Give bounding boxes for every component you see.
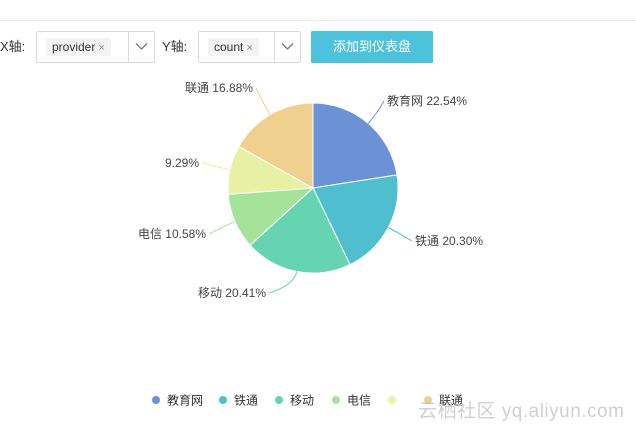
legend-marker[interactable] bbox=[152, 396, 160, 404]
slice-label: 联通 16.88% bbox=[185, 81, 253, 95]
legend-marker[interactable] bbox=[219, 396, 227, 404]
slice-label: 铁通 20.30% bbox=[415, 234, 483, 248]
legend-marker[interactable] bbox=[332, 396, 340, 404]
pie-slices bbox=[227, 102, 399, 274]
legend-label[interactable]: 移动 bbox=[290, 394, 314, 408]
watermark: 云栖社区 yq.aliyun.com bbox=[418, 401, 625, 422]
legend-marker[interactable] bbox=[388, 396, 396, 404]
slice-label: 移动 20.41% bbox=[198, 286, 266, 300]
legend-label[interactable]: 教育网 bbox=[167, 393, 203, 408]
slice-label: 电信 10.58% bbox=[138, 227, 206, 241]
pie-chart: 教育网 22.54% 铁通 20.30% 移动 20.41% 电信 10.58% 9.2… bbox=[138, 81, 483, 408]
slice-label: 教育网 22.54% bbox=[387, 93, 467, 108]
label-leader-line bbox=[367, 100, 385, 124]
legend-marker[interactable] bbox=[275, 396, 283, 404]
label-leader-line bbox=[268, 271, 298, 294]
pie-slice[interactable] bbox=[312, 102, 398, 189]
label-leader-line bbox=[208, 221, 236, 235]
slice-label: 9.29% bbox=[165, 156, 199, 170]
legend-label[interactable]: 电信 bbox=[347, 394, 371, 408]
label-leader-line bbox=[201, 162, 231, 171]
legend-label[interactable]: 铁通 bbox=[234, 394, 258, 408]
label-leader-line bbox=[388, 227, 413, 242]
label-leader-line bbox=[255, 87, 271, 115]
chart-legend: 教育网 铁通 移动 电信 联通 bbox=[152, 393, 463, 408]
